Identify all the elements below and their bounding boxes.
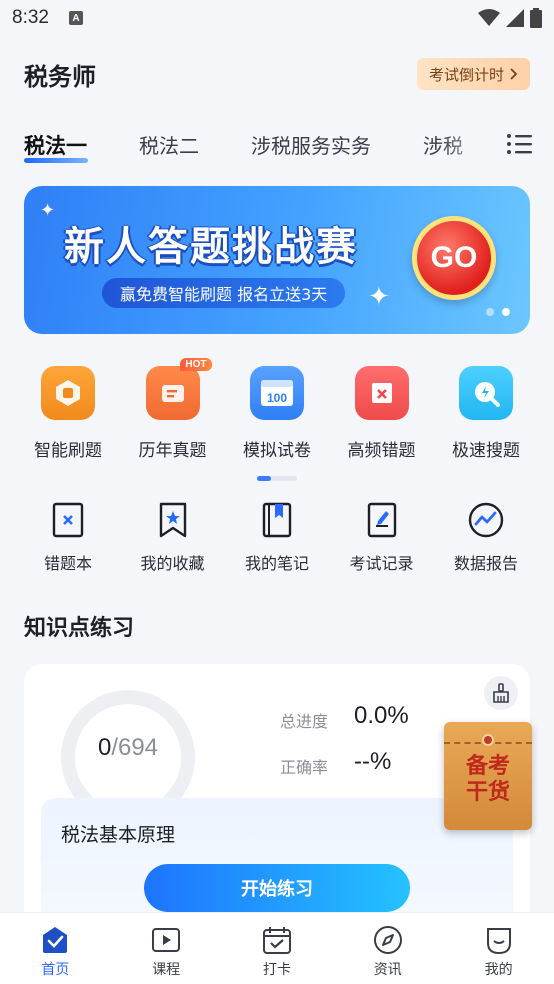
- error-book-icon: [52, 502, 84, 538]
- nav-label: 课程: [152, 962, 181, 978]
- frequent-errors-icon: [354, 366, 409, 420]
- nav-profile[interactable]: 我的: [443, 913, 554, 984]
- subject-tabs: 税法一 税法二 涉税服务实务 涉税: [24, 124, 544, 172]
- study-materials-envelope[interactable]: 备考 干货: [444, 722, 532, 830]
- banner-go-button[interactable]: GO: [412, 216, 496, 300]
- tool-label: 错题本: [43, 554, 92, 573]
- tab-tax-service-practice[interactable]: 涉税服务实务: [251, 124, 371, 159]
- checkin-icon: [262, 927, 291, 954]
- nav-news[interactable]: 资讯: [332, 913, 443, 984]
- feature-label: 极速搜题: [452, 441, 520, 461]
- feature-smart-practice[interactable]: 智能刷题: [16, 366, 120, 461]
- seal-icon: [482, 734, 494, 746]
- status-bar: 8:32 A: [0, 0, 554, 36]
- smart-practice-icon: [41, 366, 95, 420]
- tab-tax-law-2[interactable]: 税法二: [139, 124, 199, 159]
- banner-dot-active: [502, 308, 510, 316]
- notification-a-icon: A: [68, 11, 83, 25]
- banner-pagination: [486, 308, 510, 316]
- exam-countdown-button[interactable]: 考试倒计时: [416, 58, 530, 90]
- banner-dot: [486, 308, 494, 316]
- tool-exam-records[interactable]: 考试记录: [330, 500, 434, 574]
- feature-grid-pager: [257, 476, 297, 481]
- section-title-knowledge: 知识点练习: [24, 616, 135, 641]
- notebook-icon: [262, 502, 292, 538]
- profile-icon: [486, 928, 511, 955]
- course-icon: [152, 928, 181, 952]
- tabs-fade: [440, 124, 500, 172]
- sparkle-icon: ✦: [368, 282, 390, 312]
- news-icon: [373, 926, 402, 954]
- mock-exam-icon: 100: [250, 366, 304, 420]
- countdown-label: 考试倒计时: [428, 65, 504, 84]
- feature-label: 历年真题: [138, 441, 207, 461]
- nav-label: 我的: [484, 962, 513, 978]
- tool-my-favorites[interactable]: 我的收藏: [121, 500, 225, 574]
- feature-mock-exam[interactable]: 100 模拟试卷: [225, 366, 329, 461]
- tool-error-book[interactable]: 错题本: [16, 500, 120, 574]
- nav-checkin[interactable]: 打卡: [222, 913, 333, 984]
- broom-icon: [493, 683, 509, 703]
- nav-home[interactable]: 首页: [0, 913, 111, 984]
- banner-subtitle: 赢免费智能刷题 报名立送3天: [102, 278, 346, 308]
- promo-banner[interactable]: ✦ ✦ 新人答题挑战赛 赢免费智能刷题 报名立送3天 GO: [24, 186, 530, 334]
- clear-record-button[interactable]: [484, 676, 518, 710]
- done-count: 0: [97, 734, 112, 761]
- tool-data-report[interactable]: 数据报告: [434, 500, 538, 574]
- nav-label: 资讯: [373, 962, 402, 978]
- wifi-icon: [478, 9, 500, 26]
- tool-row: 错题本 我的收藏 我的笔记 考试记录 数据报告: [16, 500, 538, 574]
- nav-label: 首页: [41, 962, 70, 978]
- app-header: 税务师 考试倒计时: [24, 54, 530, 94]
- banner-headline: 新人答题挑战赛: [64, 224, 358, 270]
- menu-list-icon[interactable]: [506, 130, 534, 158]
- battery-icon: [530, 8, 542, 28]
- progress-count: 0/694: [60, 734, 196, 762]
- feature-label: 高频错题: [347, 441, 416, 461]
- cell-signal-icon: [506, 9, 524, 27]
- tool-label: 考试记录: [349, 554, 414, 573]
- feature-quick-search[interactable]: 极速搜题: [434, 366, 538, 461]
- past-papers-icon: HOT: [145, 358, 212, 420]
- nav-label: 打卡: [262, 962, 291, 978]
- bottom-navigation: 首页 课程 打卡 资讯 我的: [0, 912, 554, 984]
- topic-name: 税法基本原理: [61, 824, 176, 846]
- bookmark-icon: [159, 502, 186, 538]
- feature-label: 智能刷题: [34, 441, 102, 461]
- status-time: 8:32: [12, 7, 49, 28]
- feature-label: 模拟试卷: [243, 441, 311, 461]
- tool-label: 我的收藏: [140, 554, 205, 573]
- total-count: /694: [111, 734, 159, 761]
- home-icon: [43, 927, 68, 953]
- sparkle-icon: ✦: [40, 200, 56, 221]
- accuracy-value: --%: [354, 748, 392, 775]
- data-report-icon: [468, 502, 504, 538]
- progress-label: 总进度: [280, 712, 329, 731]
- tool-label: 数据报告: [453, 554, 518, 573]
- feature-frequent-errors[interactable]: 高频错题: [330, 366, 434, 461]
- nav-course[interactable]: 课程: [111, 913, 222, 984]
- progress-value: 0.0%: [354, 702, 409, 729]
- page-title: 税务师: [24, 62, 96, 91]
- accuracy-label: 正确率: [280, 758, 329, 777]
- quick-search-icon: [459, 366, 513, 420]
- hot-badge: HOT: [180, 358, 212, 371]
- svg-text:100: 100: [267, 391, 287, 405]
- feature-grid: 智能刷题 HOT 历年真题 100 模拟试卷 高频错题 极速搜题: [16, 358, 538, 461]
- start-practice-button[interactable]: 开始练习: [144, 864, 410, 912]
- exam-record-icon: [367, 502, 396, 538]
- envelope-text: 备考 干货: [465, 754, 510, 805]
- tool-my-notes[interactable]: 我的笔记: [225, 500, 329, 574]
- tool-label: 我的笔记: [244, 554, 309, 573]
- feature-past-papers[interactable]: HOT 历年真题: [121, 358, 225, 461]
- chevron-right-icon: [510, 68, 518, 80]
- tab-tax-law-1[interactable]: 税法一: [24, 124, 88, 163]
